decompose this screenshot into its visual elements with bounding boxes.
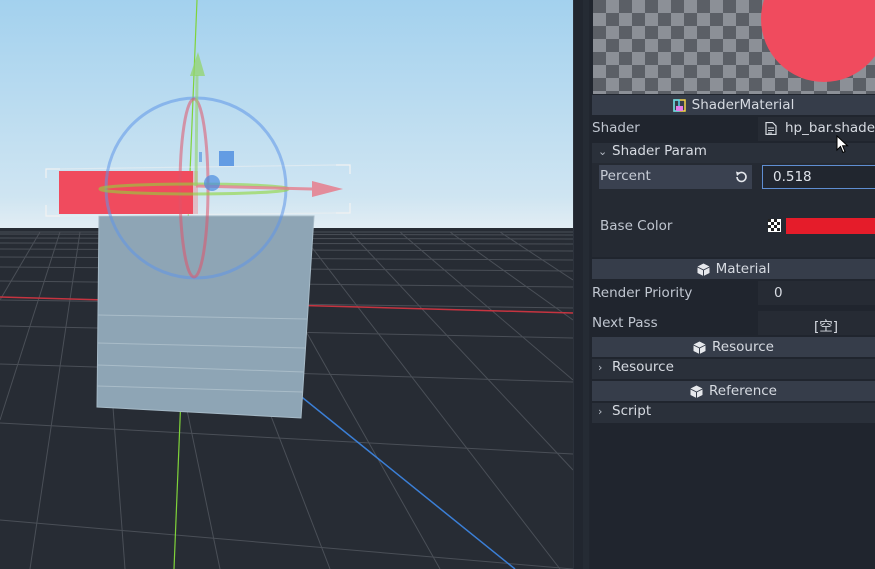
percent-label-cell: Percent — [599, 165, 752, 189]
render-priority-value: 0 — [774, 285, 783, 301]
chevron-down-icon: ⌄ — [598, 145, 608, 158]
chevron-right-icon: › — [598, 361, 603, 374]
next-pass-row: Next Pass [空] — [590, 311, 875, 335]
resource-group-label: Resource — [612, 359, 674, 375]
resource-title: Resource — [712, 339, 774, 355]
shader-param-label: Shader Param — [612, 143, 707, 159]
revert-icon[interactable] — [734, 170, 748, 184]
next-pass-picker[interactable]: [空] — [758, 311, 875, 335]
shader-row: Shader hp_bar.shade — [590, 117, 875, 141]
material-header[interactable]: Material — [592, 259, 875, 279]
shader-param-group[interactable]: ⌄ Shader Param — [592, 143, 875, 163]
base-color-label: Base Color — [600, 218, 673, 234]
script-group-label: Script — [612, 403, 652, 419]
percent-label: Percent — [600, 168, 651, 184]
shader-file-name: hp_bar.shade — [785, 120, 875, 136]
shader-material-icon — [672, 98, 686, 112]
plane-handle — [219, 151, 234, 166]
next-pass-label: Next Pass — [592, 315, 658, 331]
cube-icon — [697, 263, 710, 276]
material-title: Material — [715, 261, 771, 277]
inspector-panel: ShaderMaterial Shader hp_bar.shade ⌄ Shad… — [590, 0, 875, 569]
render-priority-row: Render Priority 0 — [590, 281, 875, 305]
percent-value: 0.518 — [773, 169, 812, 185]
checker-icon[interactable] — [768, 219, 781, 232]
render-priority-label: Render Priority — [592, 285, 693, 301]
material-preview — [593, 0, 875, 94]
script-group[interactable]: › Script — [592, 403, 875, 423]
next-pass-value: [空] — [814, 319, 839, 335]
base-color-swatch[interactable] — [786, 218, 875, 234]
shader-material-title: ShaderMaterial — [691, 97, 795, 113]
viewport-scene[interactable] — [0, 0, 573, 569]
percent-spinbox[interactable]: 0.518 — [762, 165, 875, 189]
reference-title: Reference — [709, 383, 777, 399]
resource-group[interactable]: › Resource — [592, 359, 875, 379]
render-priority-spinbox[interactable]: 0 — [758, 281, 875, 305]
shader-label: Shader — [592, 120, 640, 136]
cube-icon — [690, 385, 703, 398]
reference-header[interactable]: Reference — [592, 381, 875, 401]
dock-splitter[interactable] — [573, 0, 591, 569]
resource-header[interactable]: Resource — [592, 337, 875, 357]
cube-icon — [693, 341, 706, 354]
move-z-handle — [204, 175, 220, 191]
shader-resource-picker[interactable]: hp_bar.shade — [758, 117, 875, 141]
mouse-cursor-icon — [836, 135, 849, 154]
preview-shape — [761, 0, 875, 82]
chevron-right-icon: › — [598, 405, 603, 418]
shader-material-header[interactable]: ShaderMaterial — [592, 95, 875, 115]
file-icon — [765, 122, 777, 135]
3d-viewport[interactable] — [0, 0, 573, 569]
